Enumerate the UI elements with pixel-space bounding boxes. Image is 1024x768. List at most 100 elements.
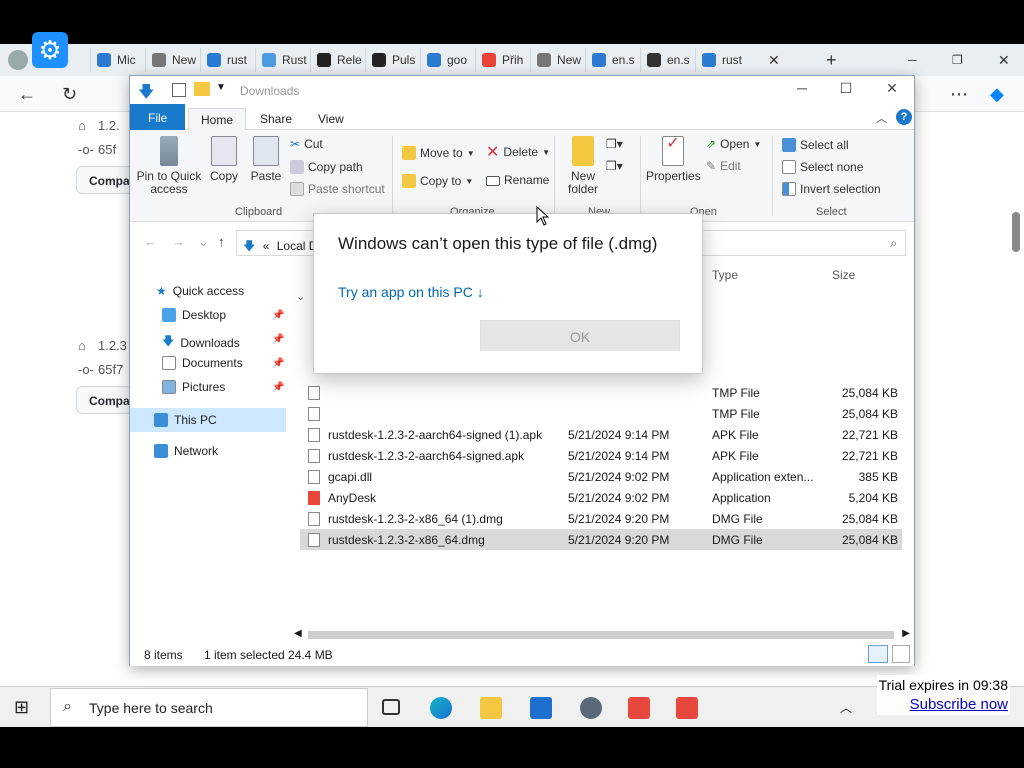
more-menu-icon[interactable]: ⋯	[950, 84, 968, 105]
select-none-button[interactable]: Select none	[782, 160, 863, 174]
scroll-left-icon[interactable]: ◀	[294, 628, 302, 639]
minimize-icon[interactable]: ─	[782, 80, 822, 96]
nav-item-this-pc[interactable]: This PC	[130, 408, 286, 432]
properties-button[interactable]: ✓ Properties	[646, 136, 701, 183]
tab-view[interactable]: View	[306, 108, 356, 130]
browser-tab[interactable]: en.s	[640, 48, 690, 72]
store-icon[interactable]	[530, 697, 552, 719]
details-view-icon[interactable]	[868, 645, 888, 663]
delete-button[interactable]: ✕ Delete ▼	[486, 145, 550, 161]
anydesk-icon[interactable]	[628, 697, 650, 719]
properties-qa-icon[interactable]	[172, 83, 186, 97]
scroll-right-icon[interactable]: ▶	[902, 628, 910, 639]
gear-icon[interactable]: ⚙	[32, 32, 68, 68]
minimize-icon[interactable]: ─	[902, 48, 917, 72]
folder-icon[interactable]	[194, 82, 210, 96]
easy-access-icon[interactable]: ❐▾	[606, 160, 623, 173]
file-row[interactable]: gcapi.dll 5/21/2024 9:02 PM Application ex…	[300, 466, 902, 487]
new-folder-button[interactable]: New folder	[564, 136, 602, 196]
compare-button[interactable]: Compar	[76, 386, 136, 414]
tab-home[interactable]: Home	[188, 108, 247, 130]
paste-button[interactable]: Paste	[248, 136, 284, 183]
file-row[interactable]: rustdesk-1.2.3-2-x86_64.dmg 5/21/2024 9:2…	[300, 529, 902, 550]
copy-to-button[interactable]: Copy to ▼	[402, 174, 473, 188]
file-row[interactable]: rustdesk-1.2.3-2-aarch64-signed.apk 5/21/…	[300, 445, 902, 466]
browser-tab[interactable]: rust	[200, 48, 247, 72]
nav-item-network[interactable]: Network	[154, 444, 218, 458]
nav-item-pictures[interactable]: Pictures	[162, 380, 225, 394]
pin-icon[interactable]: 📌	[272, 358, 284, 369]
browser-tab[interactable]: New	[530, 48, 581, 72]
browser-tab[interactable]: Mic	[90, 48, 136, 72]
move-to-button[interactable]: Move to ▼	[402, 146, 475, 160]
pin-icon[interactable]: 📌	[272, 310, 284, 321]
file-row[interactable]: rustdesk-1.2.3-2-x86_64 (1).dmg 5/21/2024…	[300, 508, 902, 529]
avatar[interactable]	[8, 50, 28, 70]
page-scrollbar[interactable]	[1012, 212, 1020, 252]
new-tab-icon[interactable]: +	[820, 48, 837, 72]
browser-tab[interactable]: Puls	[365, 48, 415, 72]
copy-path-button[interactable]: Copy path	[290, 160, 363, 174]
file-row[interactable]: TMP File 25,084 KB	[300, 403, 902, 424]
windows-start-icon[interactable]: ⊞	[14, 697, 29, 718]
try-app-link[interactable]: Try an app on this PC ↓	[338, 284, 484, 300]
browser-tab[interactable]: en.s	[585, 48, 635, 72]
compare-button[interactable]: Compa	[76, 166, 136, 194]
chevron-down-icon[interactable]: ⌄	[296, 290, 305, 303]
column-header-size[interactable]: Size	[832, 268, 855, 282]
close-window-icon[interactable]: ✕	[992, 48, 1010, 72]
anydesk-icon[interactable]	[676, 697, 698, 719]
tab-share[interactable]: Share	[248, 108, 304, 130]
file-row[interactable]: AnyDesk 5/21/2024 9:02 PM Application 5,204…	[300, 487, 902, 508]
chevron-down-icon[interactable]: ▼	[216, 82, 226, 93]
nav-item-downloads[interactable]: 🡇 Downloads	[162, 332, 240, 353]
task-view-icon[interactable]	[382, 699, 400, 715]
scroll-thumb[interactable]	[308, 631, 894, 639]
maximize-icon[interactable]: ☐	[826, 80, 866, 97]
nav-item-documents[interactable]: Documents	[162, 356, 243, 370]
copilot-icon[interactable]: ◆	[990, 84, 1004, 105]
restore-icon[interactable]: ❐	[946, 48, 963, 72]
browser-tab[interactable]: rust	[695, 48, 742, 72]
browser-tab[interactable]: goo	[420, 48, 467, 72]
column-header-type[interactable]: Type	[712, 268, 738, 282]
ribbon-collapse-icon[interactable]: ︿	[876, 110, 887, 126]
up-icon[interactable]: ↑	[218, 234, 225, 249]
open-button[interactable]: ⇗ Open ▼	[706, 138, 761, 151]
browser-tab[interactable]: Rust	[255, 48, 307, 72]
pin-icon[interactable]: 📌	[272, 334, 284, 345]
file-explorer-icon[interactable]	[480, 697, 502, 719]
settings-gear-icon[interactable]	[580, 697, 602, 719]
back-icon[interactable]: ←	[144, 234, 157, 249]
file-row[interactable]: TMP File 25,084 KB	[300, 382, 902, 403]
browser-tab[interactable]: Přih	[475, 48, 523, 72]
subscribe-link[interactable]: Subscribe now	[879, 695, 1008, 715]
select-all-button[interactable]: Select all	[782, 138, 849, 152]
pin-icon[interactable]: 📌	[272, 382, 284, 393]
file-row[interactable]: rustdesk-1.2.3-2-aarch64-signed (1).apk 5…	[300, 424, 902, 445]
refresh-icon[interactable]: ↻	[62, 84, 77, 105]
horizontal-scrollbar[interactable]: ◀ ▶	[294, 628, 914, 642]
search-icon[interactable]: ⌕	[890, 236, 897, 251]
rename-button[interactable]: Rename	[486, 174, 549, 187]
back-arrow-icon[interactable]: ←	[18, 84, 36, 105]
close-icon[interactable]: ✕	[872, 80, 912, 97]
invert-selection-button[interactable]: Invert selection	[782, 182, 881, 196]
pin-quick-access-button[interactable]: Pin to Quick access	[136, 136, 202, 196]
edit-button[interactable]: ✎ Edit	[706, 160, 741, 173]
browser-tab[interactable]: Rele	[310, 48, 362, 72]
paste-shortcut-button[interactable]: Paste shortcut	[290, 182, 385, 196]
copy-button[interactable]: Copy	[208, 136, 240, 183]
cut-button[interactable]: ✂ Cut	[290, 138, 323, 151]
profile-avatar[interactable]	[0, 48, 28, 72]
browser-tab[interactable]: New	[145, 48, 196, 72]
forward-icon[interactable]: →	[172, 234, 185, 249]
nav-item-desktop[interactable]: Desktop	[162, 308, 226, 322]
large-icons-view-icon[interactable]	[892, 645, 910, 663]
close-tab-icon[interactable]: ✕	[762, 48, 780, 72]
help-icon[interactable]: ?	[896, 109, 912, 125]
taskbar-search-input[interactable]: ⌕ Type here to search	[50, 688, 368, 727]
chevron-up-icon[interactable]: ︿	[840, 699, 852, 716]
edge-icon[interactable]	[430, 697, 452, 719]
tab-file[interactable]: File	[130, 104, 186, 130]
